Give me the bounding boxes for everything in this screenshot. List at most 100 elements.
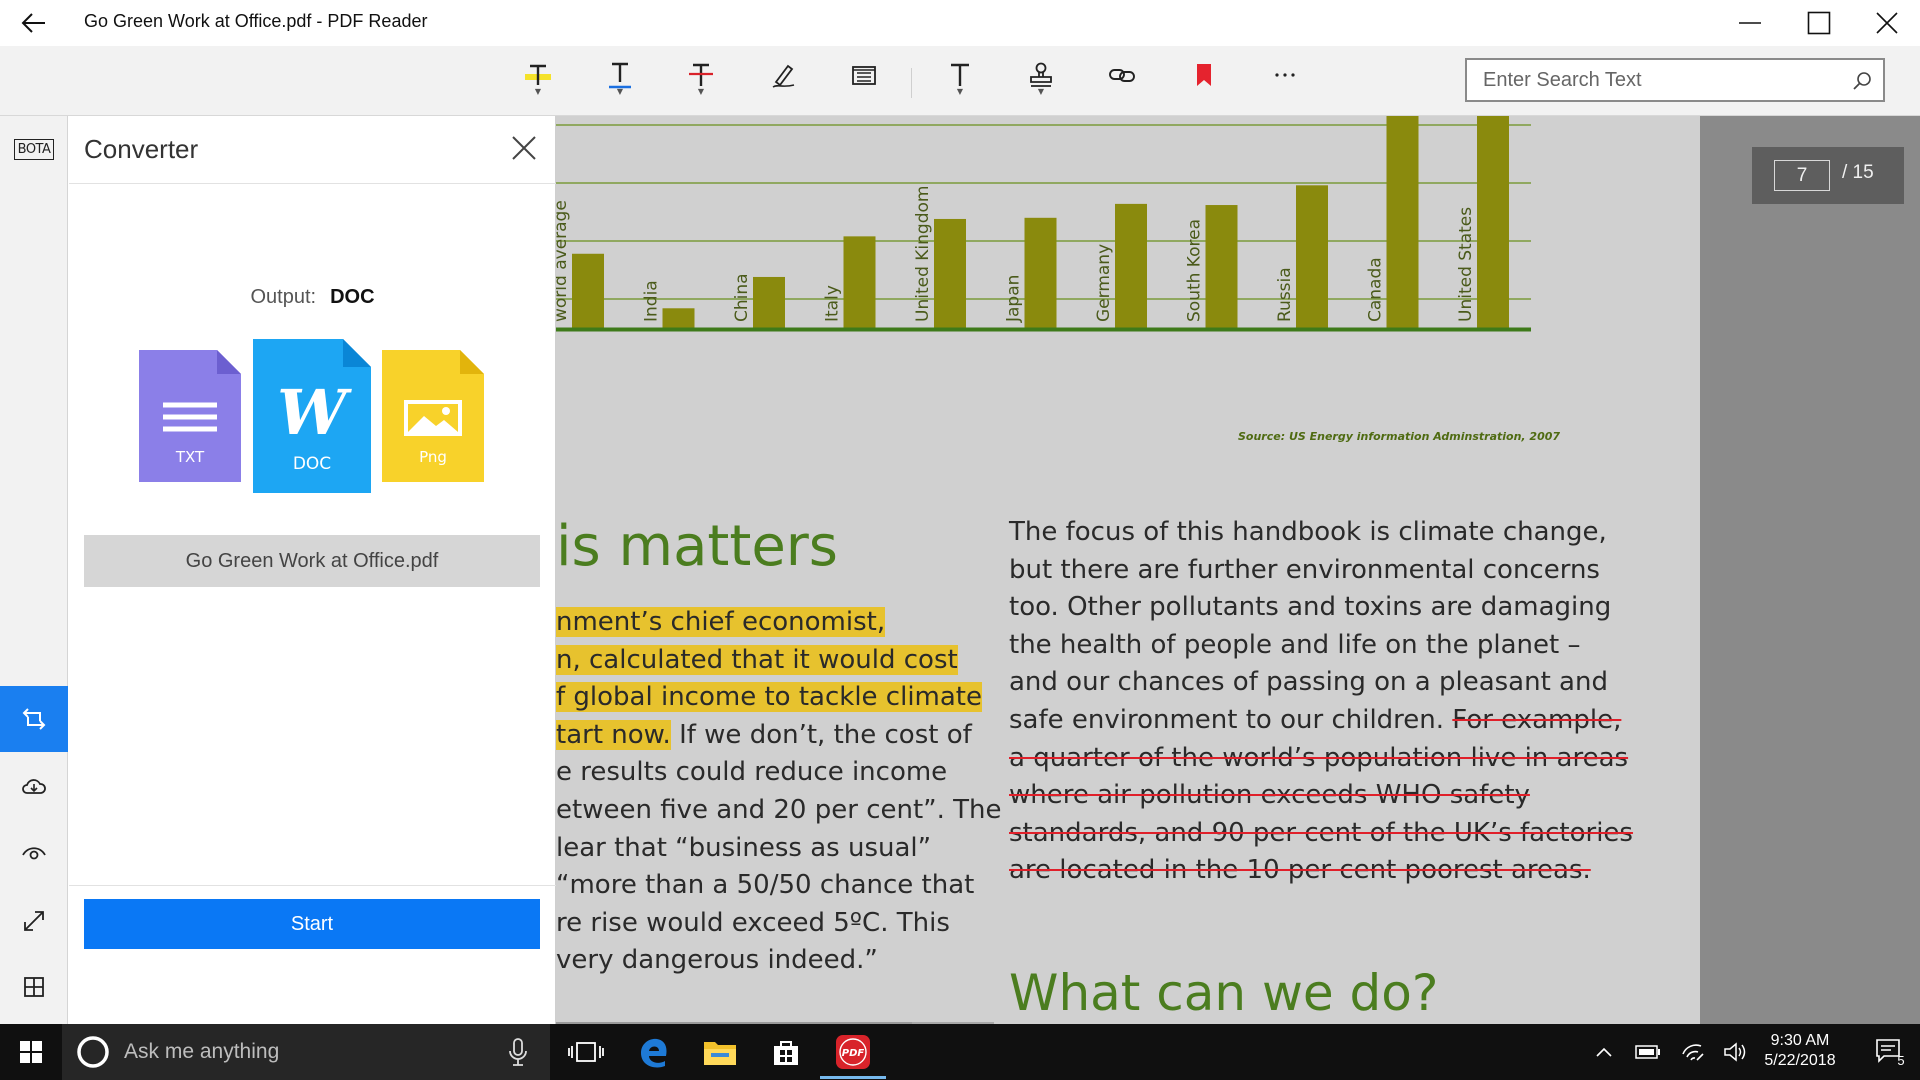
text-line: the health of people and life on the pla…	[1009, 627, 1629, 665]
format-txt-option[interactable]: TXT	[139, 350, 241, 486]
text-line: lear that “business as usual”	[556, 830, 1006, 868]
search-icon[interactable]	[1851, 70, 1873, 92]
highlight-tool-button[interactable]: ▼	[513, 60, 563, 106]
battery-button[interactable]	[1626, 1024, 1670, 1080]
text-line: The focus of this handbook is climate ch…	[1009, 514, 1629, 552]
highlighted-text: f global income to tackle climate	[556, 682, 982, 713]
start-button[interactable]: Start	[84, 899, 540, 949]
cloud-icon	[22, 779, 46, 794]
more-icon	[1275, 73, 1295, 77]
highlighted-text: tart now.	[556, 719, 671, 750]
highlighted-text: nment’s chief economist,	[556, 607, 886, 637]
chart-bar	[1205, 205, 1238, 328]
minimize-button[interactable]	[1718, 0, 1782, 46]
maximize-icon	[1807, 11, 1831, 35]
converter-nav-button[interactable]	[0, 686, 68, 752]
bookmark-tool-button[interactable]	[1179, 60, 1229, 106]
title-bar: Go Green Work at Office.pdf - PDF Reader	[0, 0, 1920, 46]
format-label: DOC	[293, 454, 331, 474]
underline-tool-button[interactable]: ▼	[595, 60, 645, 106]
struck-text: where air pollution exceeds WHO safety	[1009, 780, 1530, 811]
system-clock[interactable]: 9:30 AM 5/22/2018	[1752, 1031, 1848, 1071]
panel-divider	[69, 885, 556, 886]
line-text: lear that “business as usual”	[556, 832, 932, 863]
format-doc-option[interactable]: W DOC	[253, 339, 371, 497]
wifi-icon	[1682, 1044, 1704, 1061]
strikethrough-text-icon	[689, 63, 713, 86]
expand-icon	[24, 911, 44, 931]
close-icon	[512, 136, 536, 160]
text-line: but there are further environmental conc…	[1009, 552, 1629, 590]
chart-bar	[662, 308, 695, 328]
view-nav-button[interactable]	[0, 820, 68, 886]
chevron-down-icon: ▼	[1037, 87, 1045, 96]
bookmark-icon	[1197, 64, 1211, 86]
show-hidden-icons-button[interactable]	[1582, 1024, 1626, 1080]
png-file-icon: Png	[382, 350, 484, 482]
format-label: Png	[419, 448, 447, 466]
maximize-button[interactable]	[1787, 0, 1851, 46]
line-text: the health of people and life on the pla…	[1009, 629, 1581, 660]
microphone-icon[interactable]	[508, 1038, 528, 1066]
start-menu-button[interactable]	[0, 1024, 62, 1080]
text-line: n, calculated that it would cost	[556, 642, 1006, 680]
text-tool-button[interactable]: ▼	[935, 60, 985, 106]
volume-button[interactable]	[1716, 1024, 1756, 1080]
section-heading-partial: is matters	[556, 514, 838, 579]
text-line: very dangerous indeed.”	[556, 942, 1006, 980]
notification-icon: 5	[1876, 1039, 1905, 1067]
text-line: a quarter of the world’s population live…	[1009, 740, 1629, 778]
more-tool-button[interactable]	[1260, 60, 1310, 106]
link-tool-button[interactable]	[1097, 60, 1147, 106]
right-column-text: The focus of this handbook is climate ch…	[1009, 514, 1633, 890]
edge-icon	[641, 1038, 667, 1068]
line-text: If we don’t, the cost of	[670, 719, 972, 750]
toolbar-separator	[911, 68, 912, 98]
action-center-button[interactable]: 5	[1860, 1024, 1920, 1080]
close-window-button[interactable]	[1855, 0, 1919, 46]
network-button[interactable]	[1672, 1024, 1714, 1080]
link-icon	[1109, 69, 1135, 82]
battery-icon	[1635, 1045, 1660, 1059]
current-page-input[interactable]: 7	[1774, 160, 1830, 191]
text-line: tart now. If we don’t, the cost of	[556, 717, 1006, 755]
store-button[interactable]	[754, 1024, 818, 1080]
txt-file-icon: TXT	[139, 350, 241, 482]
line-text: “more than a 50/50 chance that	[556, 870, 975, 901]
edge-browser-button[interactable]	[622, 1024, 686, 1080]
bota-button[interactable]: BOTA	[0, 116, 68, 182]
task-view-button[interactable]	[556, 1024, 616, 1080]
stamp-tool-button[interactable]: ▼	[1016, 60, 1066, 106]
file-explorer-button[interactable]	[688, 1024, 752, 1080]
line-text: very dangerous indeed.”	[556, 945, 878, 976]
line-text: safe environment to our children.	[1009, 704, 1453, 735]
text-line: “more than a 50/50 chance that	[556, 867, 1006, 905]
format-png-option[interactable]: Png	[382, 350, 484, 486]
strikethrough-tool-button[interactable]: ▼	[676, 60, 726, 106]
format-label: TXT	[175, 448, 205, 466]
text-line: re rise would exceed 5ºC. This	[556, 905, 1006, 943]
pdf-reader-taskbar-button[interactable]: PDF	[820, 1024, 886, 1080]
text-line: etween five and 20 per cent”. The	[556, 792, 1006, 830]
folder-icon	[704, 1042, 736, 1065]
energy-chart: world average India China Italy United Kingd…	[556, 116, 1531, 332]
cortana-placeholder: Ask me anything	[124, 1040, 280, 1063]
note-tool-button[interactable]	[839, 60, 889, 106]
search-input[interactable]	[1467, 60, 1837, 100]
thumbnails-nav-button[interactable]	[0, 954, 68, 1020]
text-line: f global income to tackle climate	[556, 679, 1006, 717]
fullscreen-nav-button[interactable]	[0, 888, 68, 954]
left-column-text: nment’s chief economist, n, calculated th…	[556, 604, 1006, 980]
cloud-nav-button[interactable]	[0, 754, 68, 820]
chart-category-label: Canada	[1366, 257, 1386, 322]
freehand-tool-button[interactable]	[758, 60, 808, 106]
line-text: and our chances of passing on a pleasant…	[1009, 667, 1608, 698]
cortana-icon	[77, 1036, 109, 1068]
total-pages: / 15	[1842, 162, 1874, 183]
pdf-reader-icon: PDF	[836, 1035, 870, 1069]
clock-date: 5/22/2018	[1764, 1052, 1836, 1069]
back-button[interactable]	[14, 6, 54, 40]
chevron-down-icon: ▼	[616, 87, 624, 96]
converter-close-button[interactable]	[504, 128, 544, 168]
cortana-search-box[interactable]: Ask me anything	[62, 1024, 550, 1080]
